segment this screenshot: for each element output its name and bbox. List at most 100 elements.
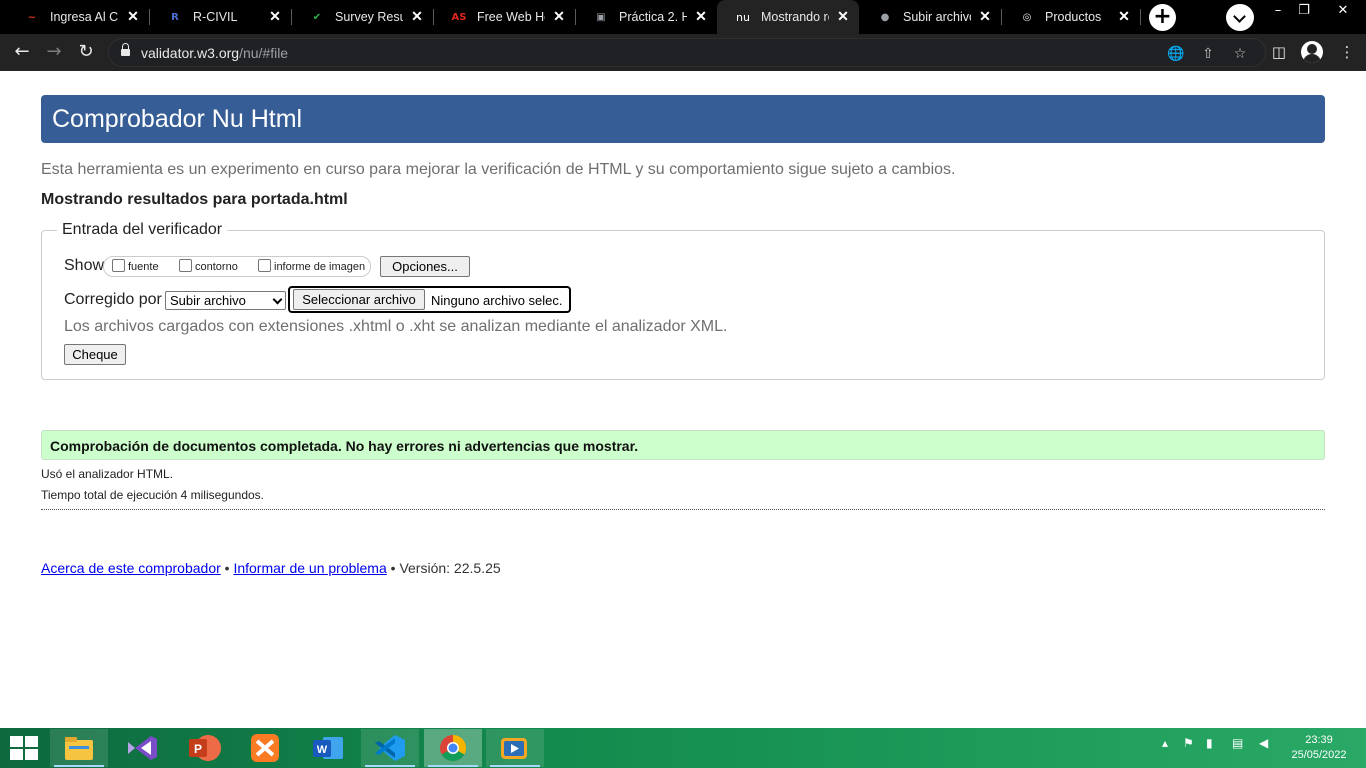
show-source-checkbox[interactable] [112, 259, 125, 272]
chrome-menu-icon[interactable]: ⋮ [1337, 42, 1357, 62]
tab-search-button[interactable] [1226, 4, 1254, 31]
flag-icon[interactable]: ⚑ [1183, 736, 1194, 750]
tab-3[interactable]: ✔ Survey Results ✕ [291, 0, 434, 34]
tab-4[interactable]: AS Free Web Hosting ✕ [433, 0, 576, 34]
url-text[interactable]: validator.w3.org/nu/#file [141, 45, 288, 61]
side-panel-icon[interactable]: ◫ [1269, 42, 1289, 62]
tab-7[interactable]: ● Subir archivos ✕ [859, 0, 1002, 34]
share-icon[interactable]: ⇧ [1199, 45, 1217, 63]
powerpoint-icon[interactable]: P [175, 729, 233, 767]
checked-by-label: Corregido por [64, 291, 162, 308]
show-outline-checkbox[interactable] [179, 259, 192, 272]
results-heading: Mostrando resultados para portada.html [41, 191, 348, 208]
vscode-icon[interactable] [361, 729, 419, 767]
close-window-icon[interactable]: ✕ [1330, 2, 1356, 20]
footer-separator: • [386, 560, 400, 576]
address-bar[interactable]: validator.w3.org/nu/#file 🌐 ⇧ ☆ [108, 38, 1266, 67]
options-button[interactable]: Opciones... [380, 256, 470, 277]
page-title: Comprobador Nu Html [52, 105, 303, 133]
tab-2[interactable]: R R-CIVIL ✕ [149, 0, 292, 34]
tab-title: Survey Results [335, 10, 403, 24]
close-tab-icon[interactable]: ✕ [1116, 8, 1132, 24]
lock-icon[interactable] [121, 43, 130, 58]
minimize-icon[interactable]: – [1265, 2, 1291, 20]
visual-studio-icon[interactable] [113, 729, 171, 767]
choose-file-button[interactable]: Seleccionar archivo [293, 289, 425, 310]
new-tab-button[interactable]: + [1149, 4, 1176, 31]
back-arrow-icon[interactable]: ← [9, 40, 35, 64]
tab-1[interactable]: ~ Ingresa Al CPanel ✕ [6, 0, 150, 34]
page-header: Comprobador Nu Html [41, 95, 1325, 143]
github-icon: ● [880, 11, 890, 23]
close-tab-icon[interactable]: ✕ [693, 8, 709, 24]
windows-start-icon[interactable] [10, 736, 38, 760]
close-tab-icon[interactable]: ✕ [125, 8, 141, 24]
version-text: Versión: 22.5.25 [399, 560, 501, 576]
url-path: /nu/#file [239, 45, 289, 61]
cpanel-logo-icon: ~ [27, 11, 37, 23]
clock-date: 25/05/2022 [1291, 749, 1347, 761]
close-tab-icon[interactable]: ✕ [551, 8, 567, 24]
clock-time: 23:39 [1305, 734, 1333, 746]
show-label: Show [64, 257, 105, 274]
intro-text: Esta herramienta es un experimento en cu… [41, 161, 956, 178]
close-tab-icon[interactable]: ✕ [977, 8, 993, 24]
globe-icon: ◎ [1022, 11, 1032, 23]
tab-8[interactable]: ◎ Productos ✕ [1001, 0, 1141, 34]
show-outline-label: contorno [195, 261, 238, 273]
url-host: validator.w3.org [141, 45, 240, 61]
show-image-report-label: informe de imagen [274, 261, 366, 273]
show-image-report-checkbox[interactable] [258, 259, 271, 272]
reload-icon[interactable]: ↻ [73, 40, 99, 64]
awardspace-icon: AS [451, 11, 467, 23]
close-tab-icon[interactable]: ✕ [409, 8, 425, 24]
battery-icon[interactable]: ▮ [1206, 736, 1213, 750]
system-clock[interactable]: 23:39 25/05/2022 [1280, 733, 1358, 763]
success-message-box: Comprobación de documentos completada. N… [41, 430, 1325, 460]
chrome-icon[interactable] [424, 729, 482, 767]
check-button[interactable]: Cheque [64, 344, 126, 365]
show-source-label: fuente [128, 261, 159, 273]
classroom-icon: ▣ [596, 11, 606, 23]
media-player-icon[interactable] [486, 729, 544, 767]
input-mode-value: Subir archivo [170, 293, 246, 308]
restore-icon[interactable]: ❐ [1291, 2, 1317, 20]
file-status-text: Ninguno archivo selec. [431, 293, 563, 308]
tab-6[interactable]: nu Mostrando resultados ✕ [717, 0, 859, 34]
chevron-down-icon [272, 294, 283, 305]
tab-title: Free Web Hosting [477, 10, 545, 24]
xampp-icon[interactable] [237, 729, 295, 767]
file-input[interactable]: Seleccionar archivo Ninguno archivo sele… [288, 286, 571, 313]
file-explorer-icon[interactable] [50, 729, 108, 767]
translate-icon[interactable]: 🌐 [1167, 45, 1185, 63]
word-icon[interactable]: W [299, 729, 357, 767]
chevron-up-icon[interactable]: ▴ [1162, 736, 1168, 750]
page-footer: Acerca de este comprobador • Informar de… [41, 560, 501, 577]
close-tab-icon[interactable]: ✕ [835, 8, 851, 24]
parser-used-text: Usó el analizador HTML. [41, 467, 174, 481]
execution-time-text: Tiempo total de ejecución 4 milisegundos… [41, 488, 265, 502]
tab-title: Subir archivos [903, 10, 971, 24]
input-mode-select[interactable]: Subir archivo [165, 291, 286, 310]
tab-title: Práctica 2. HTML [619, 10, 687, 24]
report-problem-link[interactable]: Informar de un problema [233, 560, 386, 576]
tab-separator [1140, 9, 1141, 25]
windows-taskbar: P W ▴ ⚑ ▮ ▤ ◀ 23:39 25/05/2022 [0, 728, 1366, 768]
nu-validator-icon: nu [736, 10, 750, 24]
fieldset-legend: Entrada del verificador [57, 220, 228, 240]
checker-input-fieldset: Entrada del verificador Show fuente cont… [41, 220, 1325, 380]
site-icon: R [171, 11, 179, 23]
validator-page: Comprobador Nu Html Esta herramienta es … [0, 71, 1366, 728]
bookmark-star-icon[interactable]: ☆ [1231, 45, 1249, 63]
tab-title: Productos [1045, 10, 1102, 24]
forward-arrow-icon[interactable]: → [41, 40, 67, 64]
xml-parser-hint: Los archivos cargados con extensiones .x… [64, 318, 728, 335]
close-tab-icon[interactable]: ✕ [267, 8, 283, 24]
network-icon[interactable]: ▤ [1232, 736, 1243, 750]
profile-avatar[interactable] [1301, 41, 1323, 63]
tab-5[interactable]: ▣ Práctica 2. HTML ✕ [575, 0, 717, 34]
about-link[interactable]: Acerca de este comprobador [41, 560, 221, 576]
divider [41, 509, 1325, 510]
volume-icon[interactable]: ◀ [1259, 736, 1268, 750]
browser-toolbar: ← → ↻ validator.w3.org/nu/#file 🌐 ⇧ ☆ ◫ … [0, 34, 1366, 71]
